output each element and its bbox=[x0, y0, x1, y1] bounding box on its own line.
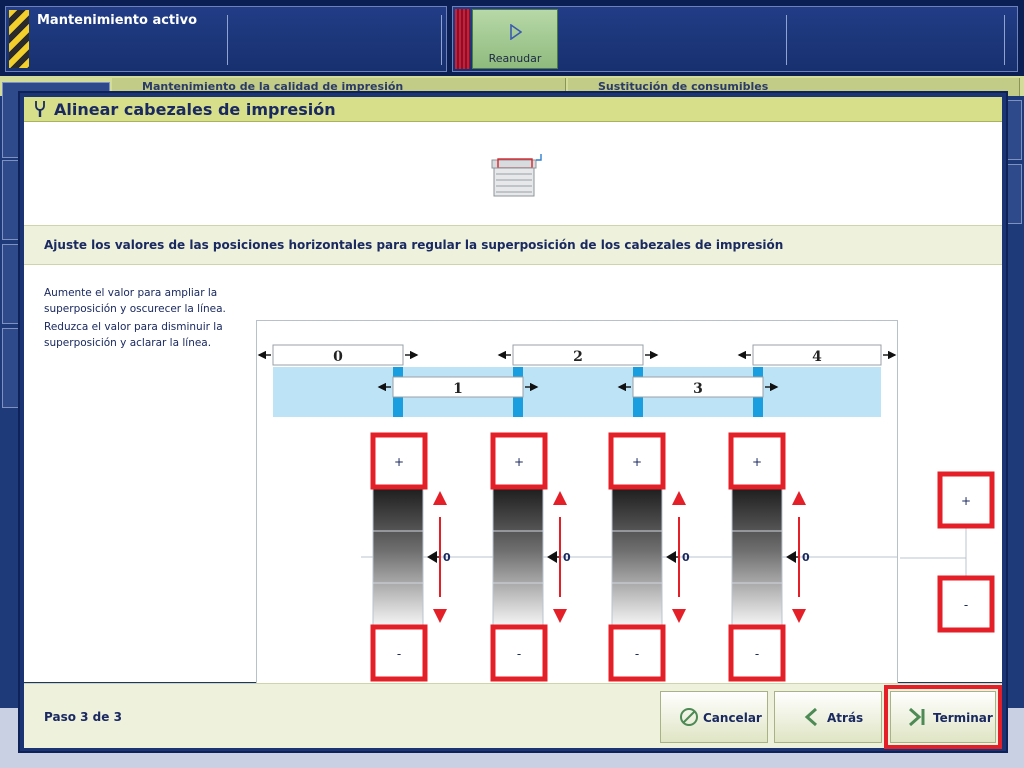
dialog-footer: Paso 3 de 3 Cancelar Atrás Terminar bbox=[24, 683, 1002, 749]
increase-label-1: + bbox=[514, 455, 524, 469]
cancel-icon bbox=[680, 708, 698, 726]
increase-label-2: + bbox=[632, 455, 642, 469]
side-decrease-label: - bbox=[964, 598, 968, 612]
printhead-1: 1 bbox=[377, 376, 539, 398]
gauge-overlap-1: 0 bbox=[492, 488, 571, 626]
increase-button-3[interactable]: + bbox=[728, 432, 786, 490]
increase-button-0[interactable]: + bbox=[370, 432, 428, 490]
resume-button[interactable]: Reanudar bbox=[472, 9, 558, 69]
printhead-0-label: 0 bbox=[333, 349, 343, 365]
stop-indicator bbox=[455, 9, 470, 69]
increase-button-1[interactable]: + bbox=[490, 432, 548, 490]
gauge-overlap-0: 0 bbox=[372, 488, 451, 626]
printer-icon bbox=[491, 154, 542, 197]
side-increase-button[interactable]: + bbox=[937, 471, 995, 529]
printhead-4: 4 bbox=[737, 344, 897, 366]
side-adjust-group: + - bbox=[900, 471, 995, 633]
back-button[interactable]: Atrás bbox=[774, 691, 882, 743]
divider bbox=[227, 15, 228, 65]
maintenance-status-panel: Mantenimiento activo bbox=[5, 6, 447, 72]
side-decrease-button[interactable]: - bbox=[937, 575, 995, 633]
maintenance-status-title: Mantenimiento activo bbox=[37, 13, 198, 28]
printhead-2-label: 2 bbox=[573, 349, 583, 365]
printhead-band bbox=[273, 367, 881, 417]
overlap-diagram: 0 2 4 1 3 0 0 0 0 + + + + - - - - bbox=[256, 320, 898, 684]
cancel-label: Cancelar bbox=[703, 711, 762, 725]
printhead-3-label: 3 bbox=[693, 381, 703, 397]
decrease-label-0: - bbox=[397, 647, 401, 661]
increase-button-2[interactable]: + bbox=[608, 432, 666, 490]
side-increase-label: + bbox=[961, 494, 971, 508]
resume-label: Reanudar bbox=[488, 52, 542, 65]
gauge-overlap-2: 0 bbox=[611, 488, 690, 626]
hazard-stripe bbox=[9, 10, 29, 68]
dialog-body: Ajuste los valores de las posiciones hor… bbox=[24, 122, 1002, 684]
back-label: Atrás bbox=[827, 711, 864, 725]
decrease-button-1[interactable]: - bbox=[490, 624, 548, 682]
cancel-button[interactable]: Cancelar bbox=[660, 691, 768, 743]
divider bbox=[786, 15, 787, 65]
printhead-3: 3 bbox=[617, 376, 779, 398]
dialog-header: Alinear cabezales de impresión bbox=[24, 97, 1002, 122]
dialog-title: Alinear cabezales de impresión bbox=[54, 100, 336, 119]
printhead-0: 0 bbox=[257, 344, 419, 366]
align-printheads-dialog: Alinear cabezales de impresión Ajuste lo… bbox=[18, 91, 1008, 753]
finish-icon bbox=[909, 707, 925, 727]
chevron-left-icon bbox=[804, 707, 817, 727]
gauge-value-1: 0 bbox=[563, 551, 571, 564]
finish-label: Terminar bbox=[933, 711, 993, 725]
divider bbox=[441, 15, 442, 65]
job-control-panel: Reanudar bbox=[452, 6, 1018, 72]
decrease-button-0[interactable]: - bbox=[370, 624, 428, 682]
printhead-2: 2 bbox=[497, 344, 659, 366]
divider bbox=[1004, 15, 1005, 65]
decrease-button-2[interactable]: - bbox=[608, 624, 666, 682]
decrease-label-3: - bbox=[755, 647, 759, 661]
finish-button[interactable]: Terminar bbox=[884, 685, 1002, 749]
overlap-diagram-graphic: 0 2 4 1 3 0 0 0 0 + + + + - - - - bbox=[257, 344, 897, 682]
instruction-text: Ajuste los valores de las posiciones hor… bbox=[44, 238, 784, 252]
printhead-4-label: 4 bbox=[812, 349, 822, 365]
explanation-decrease: Reduzca el valor para disminuir la super… bbox=[44, 321, 223, 349]
wrench-icon bbox=[35, 101, 45, 117]
decrease-label-1: - bbox=[517, 647, 521, 661]
explanation-text: Aumente el valor para ampliar la superpo… bbox=[44, 285, 234, 353]
gauge-value-3: 0 bbox=[802, 551, 810, 564]
decrease-button-3[interactable]: - bbox=[728, 624, 786, 682]
play-icon bbox=[510, 24, 522, 40]
explanation-increase: Aumente el valor para ampliar la superpo… bbox=[44, 287, 226, 315]
instruction-band: Ajuste los valores de las posiciones hor… bbox=[24, 225, 1002, 265]
gauge-overlap-3: 0 bbox=[731, 488, 810, 626]
gauge-value-2: 0 bbox=[682, 551, 690, 564]
gauge-value-0: 0 bbox=[443, 551, 451, 564]
increase-label-3: + bbox=[752, 455, 762, 469]
top-status-bar: Mantenimiento activo Reanudar bbox=[0, 0, 1024, 76]
step-indicator: Paso 3 de 3 bbox=[44, 710, 122, 724]
printhead-1-label: 1 bbox=[453, 381, 463, 397]
increase-label-0: + bbox=[394, 455, 404, 469]
decrease-label-2: - bbox=[635, 647, 639, 661]
